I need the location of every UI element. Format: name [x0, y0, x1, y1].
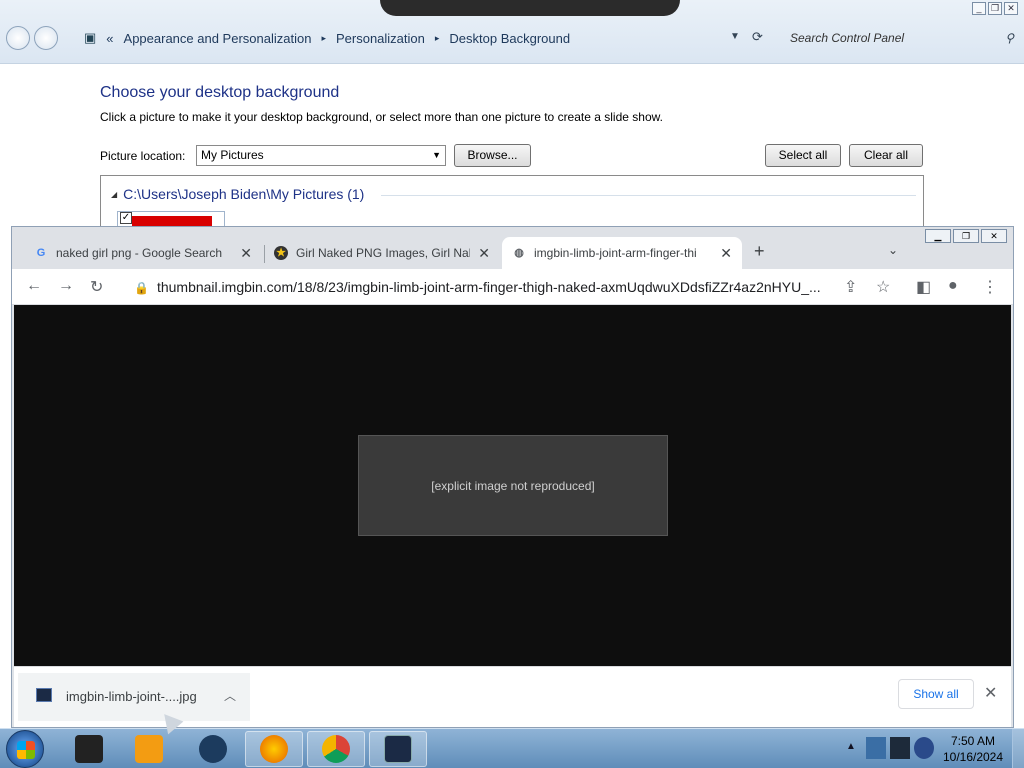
- side-panel-icon[interactable]: ◧: [916, 277, 931, 297]
- taskbar-app-media[interactable]: [120, 731, 178, 767]
- url-input[interactable]: 🔒 thumbnail.imgbin.com/18/8/23/imgbin-lim…: [134, 275, 834, 299]
- action-center-icon[interactable]: [890, 737, 910, 759]
- control-panel-toolbar: _ ❐ ✕ ▣ « Appearance and Personalization…: [0, 0, 1024, 64]
- picture-location-value: My Pictures: [201, 148, 264, 162]
- image-placeholder: [explicit image not reproduced]: [358, 435, 668, 536]
- taskbar-app-chrome[interactable]: [307, 731, 365, 767]
- tab-png-images[interactable]: ★ Girl Naked PNG Images, Girl Naki ✕: [264, 237, 500, 269]
- restore-button[interactable]: ❐: [953, 229, 979, 243]
- chevron-down-icon: ▼: [432, 150, 441, 160]
- address-bar: ← → ↻ 🔒 thumbnail.imgbin.com/18/8/23/imgb…: [12, 269, 1013, 305]
- folder-group-header[interactable]: ◢ C:\Users\Joseph Biden\My Pictures (1): [111, 186, 364, 202]
- restore-button[interactable]: ❐: [988, 2, 1002, 15]
- chevron-up-icon[interactable]: ︿: [224, 687, 236, 704]
- overflow-chevron-icon[interactable]: «: [106, 31, 113, 46]
- tab-title: naked girl png - Google Search: [56, 246, 223, 260]
- tab-search-chevron-icon[interactable]: ⌄: [888, 243, 898, 257]
- close-tab-icon[interactable]: ✕: [720, 245, 732, 262]
- browser-window: ▁ ❐ ✕ G naked girl png - Google Search ✕…: [11, 226, 1014, 728]
- clear-all-button[interactable]: Clear all: [849, 144, 923, 167]
- monitor-icon: [75, 735, 103, 763]
- picture-location-select[interactable]: My Pictures ▼: [196, 145, 446, 166]
- download-filename: imgbin-limb-joint-....jpg: [66, 689, 197, 704]
- minimize-button[interactable]: _: [972, 2, 986, 15]
- google-icon: G: [36, 247, 46, 259]
- close-icon[interactable]: ✕: [984, 683, 997, 703]
- back-button[interactable]: [6, 26, 30, 50]
- tray-overflow-icon[interactable]: ▲: [846, 741, 856, 752]
- control-panel-window: _ ❐ ✕ ▣ « Appearance and Personalization…: [0, 0, 1024, 235]
- sync-icon[interactable]: [914, 737, 934, 759]
- taskbar-app-firefox[interactable]: [245, 731, 303, 767]
- tab-active-image[interactable]: ◍ imgbin-limb-joint-arm-finger-thi ✕: [502, 237, 742, 269]
- search-placeholder: Search Control Panel: [790, 31, 905, 45]
- close-button[interactable]: ✕: [1004, 2, 1018, 15]
- tab-strip: ▁ ❐ ✕ G naked girl png - Google Search ✕…: [12, 227, 1013, 269]
- control-panel-icon: ▣: [84, 30, 97, 45]
- folder-path: C:\Users\Joseph Biden\My Pictures (1): [123, 186, 365, 202]
- search-input[interactable]: Search Control Panel ⚲: [780, 28, 1020, 48]
- collapse-icon[interactable]: ◢: [111, 190, 117, 199]
- start-button[interactable]: [6, 730, 44, 768]
- new-tab-icon[interactable]: +: [754, 241, 765, 262]
- star-favicon: ★: [274, 246, 288, 260]
- page-title: Choose your desktop background: [100, 84, 340, 101]
- forward-button[interactable]: [34, 26, 58, 50]
- breadcrumb: ▣ « Appearance and Personalization ▸ Per…: [84, 30, 570, 46]
- tab-google-search[interactable]: G naked girl png - Google Search ✕: [24, 237, 262, 269]
- chevron-down-icon[interactable]: ▼: [730, 31, 740, 42]
- clock-date: 10/16/2024: [942, 750, 1004, 764]
- breadcrumb-item[interactable]: Personalization: [336, 31, 425, 46]
- desktop-gadget: [380, 0, 680, 16]
- picture-checkbox[interactable]: ✓: [120, 212, 132, 224]
- taskbar-app-control-panel[interactable]: [369, 731, 427, 767]
- show-desktop-button[interactable]: [1012, 729, 1024, 768]
- divider: [381, 195, 916, 196]
- bookmark-star-icon[interactable]: ☆: [876, 277, 890, 297]
- select-all-button[interactable]: Select all: [765, 144, 841, 167]
- taskbar: ▲ 7:50 AM 10/16/2024: [0, 728, 1024, 768]
- chrome-icon: [322, 735, 350, 763]
- media-player-icon: [135, 735, 163, 763]
- search-icon[interactable]: ⚲: [1005, 28, 1014, 48]
- page-viewport: [explicit image not reproduced]: [14, 305, 1011, 666]
- close-tab-icon[interactable]: ✕: [478, 245, 490, 262]
- firefox-icon: [260, 735, 288, 763]
- breadcrumb-separator[interactable]: ▸: [435, 33, 440, 44]
- show-all-button[interactable]: Show all: [898, 679, 974, 709]
- tab-title: imgbin-limb-joint-arm-finger-thi: [534, 246, 697, 260]
- picture-location-label: Picture location:: [100, 149, 186, 163]
- reload-icon[interactable]: ↻: [90, 277, 103, 297]
- taskbar-app-monitor[interactable]: [60, 731, 118, 767]
- lock-icon[interactable]: 🔒: [134, 281, 149, 295]
- download-item[interactable]: imgbin-limb-joint-....jpg ︿: [18, 673, 250, 721]
- refresh-icon[interactable]: ⟳: [752, 29, 763, 45]
- taskbar-app-globe[interactable]: [184, 731, 242, 767]
- browser-window-controls: ▁ ❐ ✕: [925, 229, 1007, 243]
- close-tab-icon[interactable]: ✕: [240, 245, 252, 262]
- clock-time: 7:50 AM: [950, 734, 996, 748]
- url-text: thumbnail.imgbin.com/18/8/23/imgbin-limb…: [156, 279, 821, 295]
- tab-title: Girl Naked PNG Images, Girl Naki: [296, 246, 471, 260]
- share-icon[interactable]: ⇪: [844, 277, 857, 297]
- minimize-button[interactable]: ▁: [925, 229, 951, 243]
- profile-icon[interactable]: ●: [948, 277, 958, 295]
- control-panel-icon: [384, 735, 412, 763]
- breadcrumb-separator[interactable]: ▸: [321, 33, 326, 44]
- close-button[interactable]: ✕: [981, 229, 1007, 243]
- globe-icon: ◍: [514, 247, 524, 259]
- breadcrumb-item[interactable]: Desktop Background: [449, 31, 570, 46]
- browse-button[interactable]: Browse...: [454, 144, 531, 167]
- control-panel-window-controls: _ ❐ ✕: [972, 2, 1018, 15]
- forward-arrow-icon[interactable]: →: [58, 277, 74, 295]
- clock[interactable]: 7:50 AM 10/16/2024: [940, 733, 1006, 765]
- page-subtitle: Click a picture to make it your desktop …: [100, 110, 663, 124]
- breadcrumb-item[interactable]: Appearance and Personalization: [124, 31, 312, 46]
- menu-kebab-icon[interactable]: ⋮: [982, 277, 998, 297]
- image-file-icon: [36, 688, 52, 702]
- globe-icon: [199, 735, 227, 763]
- network-icon[interactable]: [866, 737, 886, 759]
- back-arrow-icon[interactable]: ←: [26, 277, 42, 295]
